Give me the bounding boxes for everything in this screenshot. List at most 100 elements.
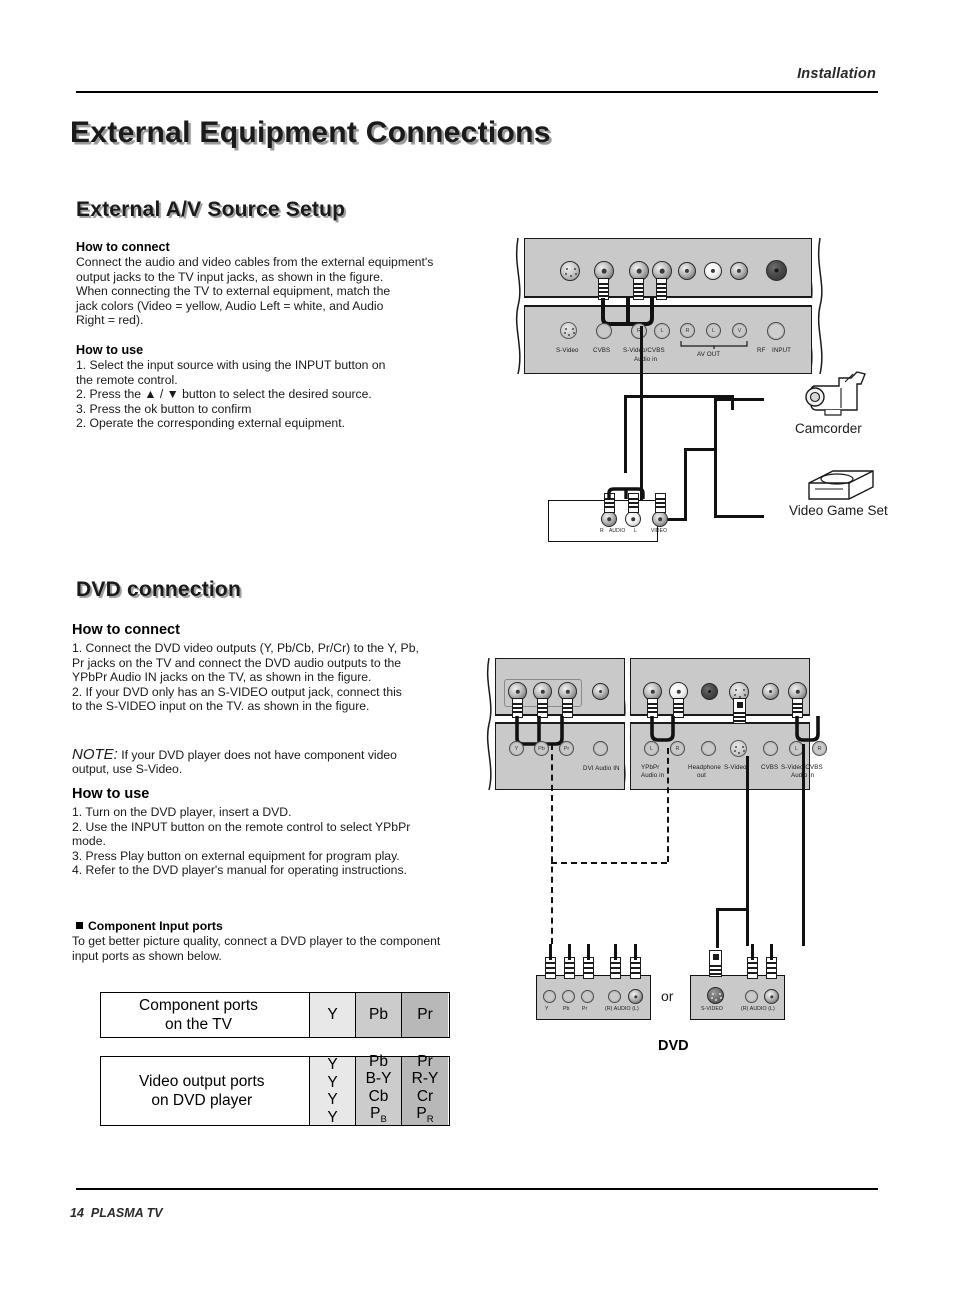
dvd-plug-pr bbox=[583, 957, 594, 979]
dvd-label-pb: Pb bbox=[563, 1006, 570, 1012]
cable-svideo-down bbox=[716, 908, 720, 948]
dvd-plug-audio-r bbox=[610, 957, 621, 979]
video-game-set-label: Video Game Set bbox=[789, 503, 888, 518]
table-cell-pr: Pr bbox=[402, 993, 448, 1037]
dvd-note-label: NOTE: bbox=[72, 745, 118, 763]
table-cell-pb-list: Pb B-Y Cb PB bbox=[356, 1053, 402, 1126]
svideo-jack-icon bbox=[560, 261, 580, 281]
svideo-legend-jack-icon bbox=[560, 322, 577, 339]
dvd-how-to-connect-heading: How to connect bbox=[72, 622, 180, 638]
bullet-square-icon bbox=[76, 922, 83, 929]
legend-jack-svideo-icon bbox=[730, 740, 747, 757]
legend-jack-dvi-audio bbox=[593, 741, 608, 756]
cable-to-camcorder bbox=[714, 398, 764, 402]
label-svideo-dvd: S-Video bbox=[724, 764, 747, 771]
dvd-note-body: If your DVD player does not have compone… bbox=[72, 747, 397, 777]
label-audio-in: Audio in bbox=[634, 356, 658, 363]
rca-jack-avout-r bbox=[678, 262, 696, 280]
label-svideo: S-Video bbox=[556, 347, 579, 354]
component-ports-body: To get better picture quality, connect a… bbox=[72, 934, 441, 963]
legend-jack-audio-l: L bbox=[654, 323, 670, 339]
table-cell-pr-sub: PR bbox=[416, 1105, 434, 1126]
table-cell-y-list: Y Y Y Y bbox=[310, 1056, 356, 1126]
dvd-jack-audio-l2 bbox=[764, 989, 779, 1004]
rca-jack-dvi-audio bbox=[592, 683, 609, 700]
dvd-diagram-label: DVD bbox=[658, 1038, 689, 1054]
table-cell-pr-list: Pr R-Y Cr PR bbox=[402, 1053, 448, 1126]
ypbpr-cable-loop bbox=[650, 716, 675, 742]
footer-product: PLASMA TV bbox=[90, 1206, 163, 1220]
dvd-how-to-use-heading: How to use bbox=[72, 786, 150, 802]
rf-input-jack bbox=[766, 260, 787, 281]
cable-arrive-al2 bbox=[770, 944, 774, 960]
legend-jack-cvbs bbox=[596, 323, 612, 339]
label-headphone-out: out bbox=[697, 772, 706, 779]
dvd-plug-audio-l bbox=[630, 957, 641, 979]
footer-rule bbox=[76, 1188, 878, 1190]
cable-arrive-pb bbox=[568, 944, 572, 960]
component-ports-heading-text: Component Input ports bbox=[88, 919, 223, 933]
label-dvi-audio-in: DVI Audio IN bbox=[583, 765, 620, 772]
cable-arrive-ar bbox=[614, 944, 618, 960]
cable-svcvbs-vertical bbox=[802, 744, 806, 946]
label-ypbpr-audio-in: Audio in bbox=[641, 772, 665, 779]
legend-jack-ypbpr-l: L bbox=[644, 741, 659, 756]
dvd-how-to-connect-body: 1. Connect the DVD video outputs (Y, Pb/… bbox=[72, 641, 419, 714]
cable-dashed-ypbpr bbox=[667, 748, 669, 862]
dvd-jack-y bbox=[543, 990, 556, 1003]
dvd-label-pr: Pr bbox=[582, 1006, 588, 1012]
dvd-jack-audio-r2 bbox=[745, 990, 758, 1003]
dvd-label-y: Y bbox=[545, 1006, 549, 1012]
svcvbs-cable-loop bbox=[795, 716, 820, 742]
or-separator: or bbox=[661, 988, 674, 1004]
label-rf: RF bbox=[757, 347, 766, 354]
dvd-jack-audio-r bbox=[608, 990, 621, 1003]
av-how-to-connect-heading: How to connect bbox=[76, 240, 170, 254]
devbox-label-video: VIDEO bbox=[651, 528, 668, 534]
table-video-output-ports-dvd: Video output ports on DVD player Y Y Y Y… bbox=[100, 1053, 450, 1126]
dvd-jack-audio-l bbox=[628, 989, 643, 1004]
dvd-plug-pb bbox=[564, 957, 575, 979]
table-cell-pb-sub: PB bbox=[370, 1105, 387, 1126]
cable-arrive-al bbox=[634, 944, 638, 960]
cable-vertical-branch bbox=[624, 395, 628, 473]
rca-jack-avout-v bbox=[730, 262, 748, 280]
cable-vertical-main bbox=[640, 326, 644, 502]
dvd-jack-svideo-icon bbox=[707, 987, 724, 1004]
devbox-label-audio: AUDIO bbox=[609, 528, 626, 534]
devbox-cable-loop bbox=[607, 487, 645, 499]
cable-arrive-ar2 bbox=[751, 944, 755, 960]
table-cell-y: Y bbox=[310, 993, 356, 1037]
label-cvbs-dvd: CVBS bbox=[761, 764, 779, 771]
cable-arrive-y bbox=[549, 944, 553, 960]
headphone-out-jack bbox=[701, 683, 718, 700]
devbox-label-r: R bbox=[600, 528, 604, 534]
cable-trunk-vertical bbox=[714, 398, 718, 518]
label-cvbs: CVBS bbox=[593, 347, 611, 354]
legend-jack-avout-v: V bbox=[732, 323, 747, 338]
legend-jack-ypbpr-r: R bbox=[670, 741, 685, 756]
table-row-label: Video output ports on DVD player bbox=[101, 1057, 310, 1125]
plug-svideo bbox=[733, 698, 746, 724]
dvd-label-audio: (R) AUDIO (L) bbox=[605, 1006, 639, 1012]
av-how-to-connect-body: Connect the audio and video cables from … bbox=[76, 255, 434, 328]
dvd-plug-svideo bbox=[709, 950, 722, 977]
label-headphone: Headphone bbox=[688, 764, 721, 771]
cable-dashed-link bbox=[551, 862, 667, 864]
footer: 14 PLASMA TV bbox=[70, 1206, 163, 1220]
label-ypbpr: YPbPr bbox=[641, 764, 660, 771]
rca-jack-avout-l bbox=[704, 262, 722, 280]
header-rule bbox=[76, 91, 878, 93]
dvd-how-to-use-body: 1. Turn on the DVD player, insert a DVD.… bbox=[72, 805, 411, 878]
legend-jack-avout-l: L bbox=[706, 323, 721, 338]
label-svideo-cvbs: S-Video/CVBS bbox=[623, 347, 665, 354]
dvd-plug-audio-r2 bbox=[747, 957, 758, 979]
header-section-title: Installation bbox=[797, 66, 876, 82]
cable-arrive-pr bbox=[587, 944, 591, 960]
label-input: INPUT bbox=[772, 347, 792, 354]
devbox-jack-video bbox=[652, 511, 668, 527]
legend-jack-cvbs-dvd bbox=[763, 741, 778, 756]
dvd-plug-y bbox=[545, 957, 556, 979]
devbox-jack-l bbox=[625, 511, 641, 527]
legend-jack-y: Y bbox=[509, 741, 524, 756]
